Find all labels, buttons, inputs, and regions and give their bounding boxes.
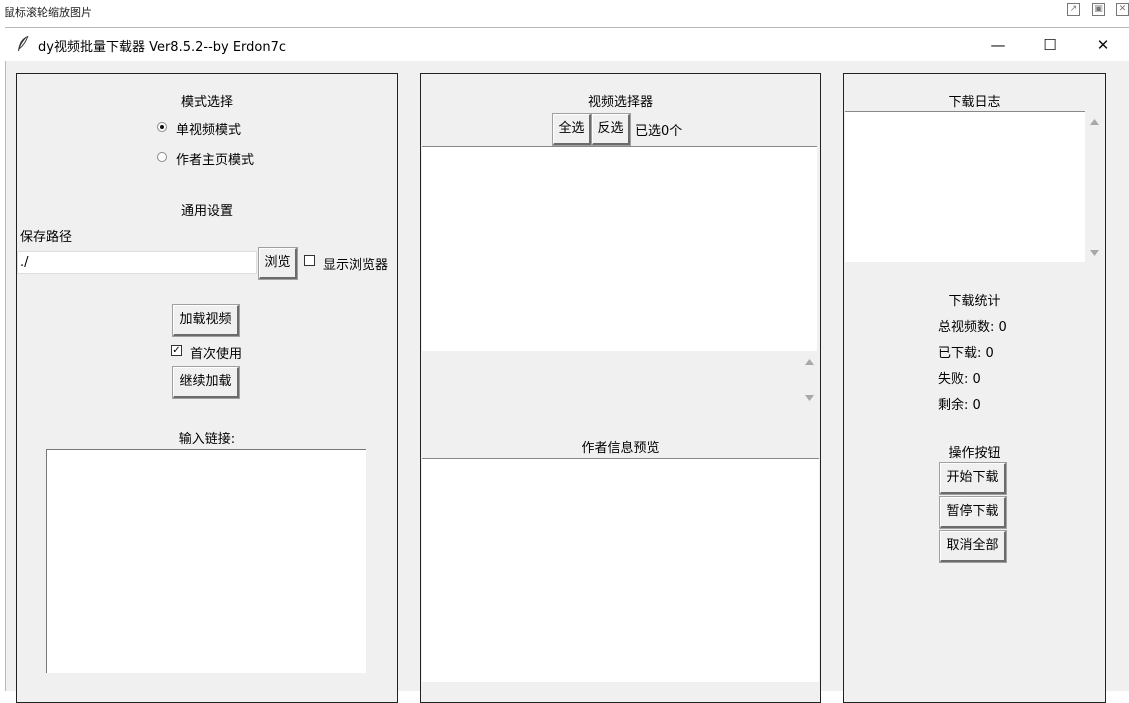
video-selector-heading: 视频选择器 (587, 95, 653, 110)
save-path-label: 保存路径 (20, 230, 73, 245)
continue-load-button[interactable]: 继续加载 (173, 367, 239, 398)
stat-total-videos: 总视频数: 0 (938, 320, 1007, 335)
single-video-mode-label: 单视频模式 (176, 123, 242, 138)
mode-heading: 模式选择 (180, 95, 233, 110)
author-home-mode-label: 作者主页模式 (176, 153, 255, 168)
load-video-button[interactable]: 加载视频 (173, 305, 239, 336)
log-scroll-down-icon[interactable] (1090, 250, 1099, 256)
video-list-box[interactable] (422, 146, 817, 351)
maximize-button[interactable]: ☐ (1027, 30, 1073, 60)
show-browser-checkbox[interactable] (304, 255, 315, 266)
close-button[interactable]: ✕ (1080, 30, 1126, 60)
single-video-mode-radio[interactable] (157, 122, 167, 132)
video-list-scrollbar[interactable] (801, 351, 817, 409)
scroll-down-icon[interactable] (805, 395, 814, 401)
invert-selection-button[interactable]: 反选 (592, 114, 630, 145)
log-scrollbar[interactable] (1086, 111, 1103, 262)
scroll-up-icon[interactable] (805, 359, 814, 365)
start-download-button[interactable]: 开始下载 (940, 463, 1006, 494)
stat-remaining: 剩余: 0 (938, 398, 981, 413)
show-browser-label: 显示浏览器 (323, 258, 389, 273)
author-home-mode-radio[interactable] (157, 152, 167, 162)
viewer-close-icon[interactable]: ✕ (1116, 3, 1129, 16)
download-stats-heading: 下载统计 (948, 294, 1001, 309)
first-use-label: 首次使用 (190, 347, 243, 362)
pause-download-button[interactable]: 暂停下载 (940, 497, 1006, 528)
open-external-icon[interactable]: ↗ (1067, 3, 1080, 16)
window-title: dy视频批量下载器 Ver8.5.2--by Erdon7c (38, 40, 287, 55)
stat-failed: 失败: 0 (938, 372, 981, 387)
viewer-bar (0, 0, 1129, 26)
cancel-all-button[interactable]: 取消全部 (940, 531, 1006, 562)
stat-downloaded: 已下载: 0 (938, 346, 994, 361)
input-link-label: 输入链接: (178, 432, 236, 447)
settings-heading: 通用设置 (180, 204, 233, 219)
actions-heading: 操作按钮 (948, 446, 1001, 461)
browse-button[interactable]: 浏览 (259, 248, 297, 279)
download-log-box (845, 111, 1085, 262)
author-preview-heading: 作者信息预览 (581, 441, 660, 456)
author-preview-box (422, 458, 819, 682)
fit-window-icon[interactable]: ▣ (1092, 3, 1105, 16)
first-use-checkbox[interactable]: ✓ (171, 345, 182, 356)
feather-icon (18, 35, 29, 51)
save-path-input[interactable]: ./ (17, 251, 257, 274)
download-log-heading: 下载日志 (948, 95, 1001, 110)
selected-count-text: 已选0个 (635, 124, 683, 139)
log-scroll-up-icon[interactable] (1090, 119, 1099, 125)
select-all-button[interactable]: 全选 (553, 114, 591, 145)
input-link-textarea[interactable] (46, 449, 366, 673)
viewer-hint: 鼠标滚轮缩放图片 (4, 6, 92, 19)
minimize-button[interactable]: — (975, 30, 1021, 60)
